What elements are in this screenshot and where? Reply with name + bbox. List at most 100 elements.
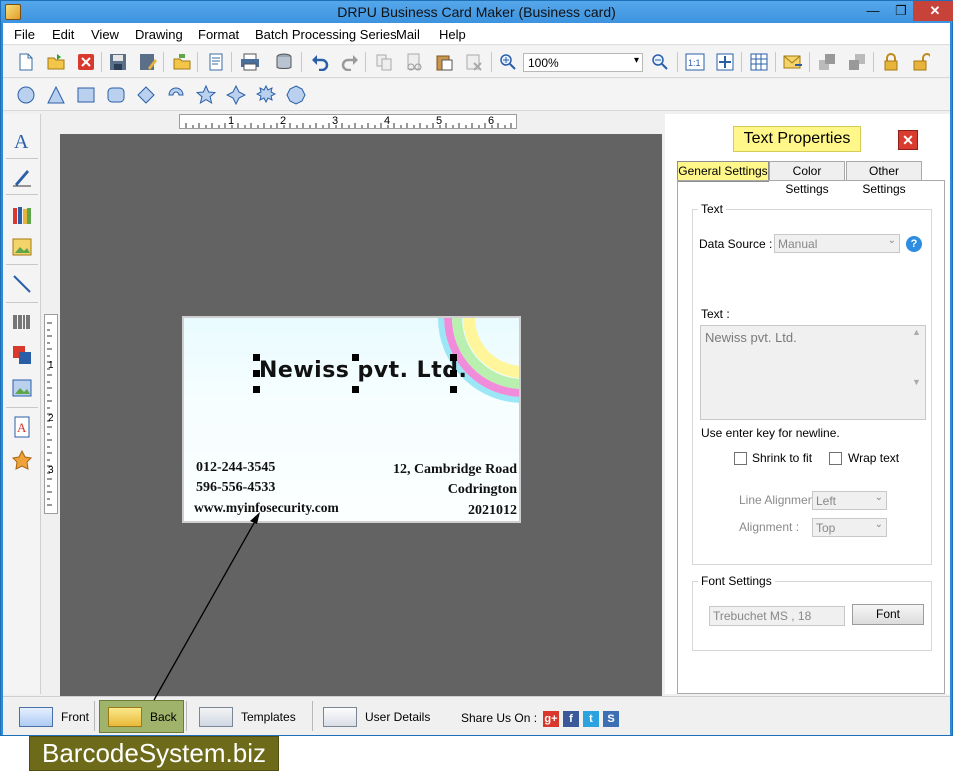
zoom-select[interactable]: 100% ▾ bbox=[523, 53, 643, 72]
fit-to-window-icon[interactable] bbox=[714, 51, 736, 73]
cut-icon[interactable] bbox=[403, 51, 425, 73]
pen-tool-icon[interactable] bbox=[9, 164, 35, 190]
word-art-icon[interactable]: A bbox=[9, 414, 35, 440]
database-icon[interactable] bbox=[273, 51, 295, 73]
line-tool-icon[interactable] bbox=[9, 271, 35, 297]
send-backward-icon[interactable] bbox=[846, 51, 868, 73]
close-file-icon[interactable] bbox=[75, 51, 97, 73]
selection-handle[interactable] bbox=[253, 354, 260, 361]
menu-edit[interactable]: Edit bbox=[52, 27, 74, 42]
close-window-button[interactable]: ✕ bbox=[913, 1, 953, 21]
zoom-in-icon[interactable] bbox=[497, 51, 519, 73]
library-icon[interactable] bbox=[9, 202, 35, 228]
newline-hint: Use enter key for newline. bbox=[701, 426, 840, 440]
alignment-select[interactable]: Top ⌄ bbox=[812, 518, 887, 537]
selection-handle[interactable] bbox=[253, 386, 260, 393]
send-mail-icon[interactable] bbox=[782, 51, 804, 73]
grid-icon[interactable] bbox=[748, 51, 770, 73]
menu-format[interactable]: Format bbox=[198, 27, 239, 42]
menu-mail[interactable]: Mail bbox=[396, 27, 420, 42]
menu-help[interactable]: Help bbox=[439, 27, 466, 42]
text-input[interactable]: Newiss pvt. Ltd. ▲ ▼ bbox=[700, 325, 926, 420]
facebook-icon[interactable]: f bbox=[563, 711, 579, 727]
paste-icon[interactable] bbox=[433, 51, 455, 73]
font-button[interactable]: Font bbox=[852, 604, 924, 625]
templates-button[interactable]: Templates bbox=[191, 700, 296, 733]
data-source-select[interactable]: Manual ⌄ bbox=[774, 234, 900, 253]
card-phone-1[interactable]: 012-244-3545 bbox=[196, 460, 275, 476]
restore-button[interactable]: ❐ bbox=[887, 1, 915, 21]
rectangle-tool-icon[interactable] bbox=[75, 84, 97, 106]
text-tool-icon[interactable]: A bbox=[9, 128, 35, 154]
front-card-icon bbox=[19, 706, 53, 727]
rounded-rectangle-tool-icon[interactable] bbox=[105, 84, 127, 106]
document-properties-icon[interactable] bbox=[205, 51, 227, 73]
four-point-star-tool-icon[interactable] bbox=[225, 84, 247, 106]
undo-icon[interactable] bbox=[309, 51, 331, 73]
barcode-tool-icon[interactable] bbox=[9, 309, 35, 335]
new-file-icon[interactable] bbox=[15, 51, 37, 73]
copy-icon[interactable] bbox=[373, 51, 395, 73]
triangle-tool-icon[interactable] bbox=[45, 84, 67, 106]
save-icon[interactable] bbox=[107, 51, 129, 73]
unlock-icon[interactable] bbox=[910, 51, 932, 73]
symbol-tool-icon[interactable] bbox=[9, 447, 35, 473]
bring-forward-icon[interactable] bbox=[816, 51, 838, 73]
open-folder-icon[interactable] bbox=[45, 51, 67, 73]
selection-handle[interactable] bbox=[450, 386, 457, 393]
save-as-icon[interactable] bbox=[137, 51, 159, 73]
twitter-icon[interactable]: t bbox=[583, 711, 599, 727]
selection-handle[interactable] bbox=[253, 370, 260, 377]
selection-handle[interactable] bbox=[450, 370, 457, 377]
print-icon[interactable] bbox=[239, 51, 261, 73]
selection-handle[interactable] bbox=[450, 354, 457, 361]
card-zip-code[interactable]: 2021012 bbox=[468, 503, 517, 519]
wrap-text-checkbox[interactable] bbox=[829, 452, 842, 465]
zoom-out-icon[interactable] bbox=[649, 51, 671, 73]
selection-handle[interactable] bbox=[352, 354, 359, 361]
card-address-line-2[interactable]: Codrington bbox=[448, 482, 517, 498]
menu-view[interactable]: View bbox=[91, 27, 119, 42]
selection-handle[interactable] bbox=[352, 386, 359, 393]
picture-tool-icon[interactable] bbox=[9, 375, 35, 401]
line-alignment-select[interactable]: Left ⌄ bbox=[812, 491, 887, 510]
tab-other-settings[interactable]: Other Settings bbox=[846, 161, 922, 196]
image-tool-icon[interactable] bbox=[9, 234, 35, 260]
lock-icon[interactable] bbox=[880, 51, 902, 73]
polygon-tool-icon[interactable] bbox=[285, 84, 307, 106]
diamond-tool-icon[interactable] bbox=[135, 84, 157, 106]
help-icon[interactable]: ? bbox=[906, 236, 922, 252]
back-button[interactable]: Back bbox=[99, 700, 184, 733]
delete-icon[interactable] bbox=[463, 51, 485, 73]
export-folder-icon[interactable] bbox=[171, 51, 193, 73]
tab-color-settings[interactable]: Color Settings bbox=[769, 161, 845, 196]
burst-tool-icon[interactable] bbox=[255, 84, 277, 106]
title-bar[interactable]: DRPU Business Card Maker (Business card)… bbox=[1, 1, 953, 23]
menu-drawing[interactable]: Drawing bbox=[135, 27, 183, 42]
arc-tool-icon[interactable] bbox=[165, 84, 187, 106]
google-plus-icon[interactable]: g+ bbox=[543, 711, 559, 727]
business-card[interactable]: Newiss pvt. Ltd. 012-244-3545 596-556-45… bbox=[182, 316, 521, 523]
redo-icon[interactable] bbox=[339, 51, 361, 73]
card-phone-2[interactable]: 596-556-4533 bbox=[196, 480, 275, 496]
card-company-name[interactable]: Newiss pvt. Ltd. bbox=[259, 358, 467, 383]
data-source-label: Data Source : bbox=[699, 237, 773, 251]
tab-general-settings[interactable]: General Settings bbox=[677, 161, 769, 182]
shapes-tool-icon[interactable] bbox=[9, 342, 35, 368]
text-group-label: Text bbox=[698, 202, 727, 216]
share-icon[interactable]: S bbox=[603, 711, 619, 727]
menu-batch-processing[interactable]: Batch Processing Series bbox=[255, 27, 397, 42]
close-properties-button[interactable]: ✕ bbox=[898, 130, 918, 150]
shrink-to-fit-checkbox[interactable] bbox=[734, 452, 747, 465]
minimize-button[interactable]: — bbox=[859, 1, 887, 21]
svg-text:A: A bbox=[17, 420, 27, 435]
actual-size-icon[interactable]: 1:1 bbox=[684, 51, 706, 73]
textarea-scrollbar[interactable]: ▲ ▼ bbox=[909, 327, 924, 418]
star-tool-icon[interactable] bbox=[195, 84, 217, 106]
menu-file[interactable]: File bbox=[14, 27, 35, 42]
ellipse-tool-icon[interactable] bbox=[15, 84, 37, 106]
card-website[interactable]: www.myinfosecurity.com bbox=[194, 500, 339, 516]
card-address-line-1[interactable]: 12, Cambridge Road bbox=[393, 462, 517, 478]
user-details-button[interactable]: User Details bbox=[315, 700, 430, 733]
front-button[interactable]: Front bbox=[11, 700, 89, 733]
